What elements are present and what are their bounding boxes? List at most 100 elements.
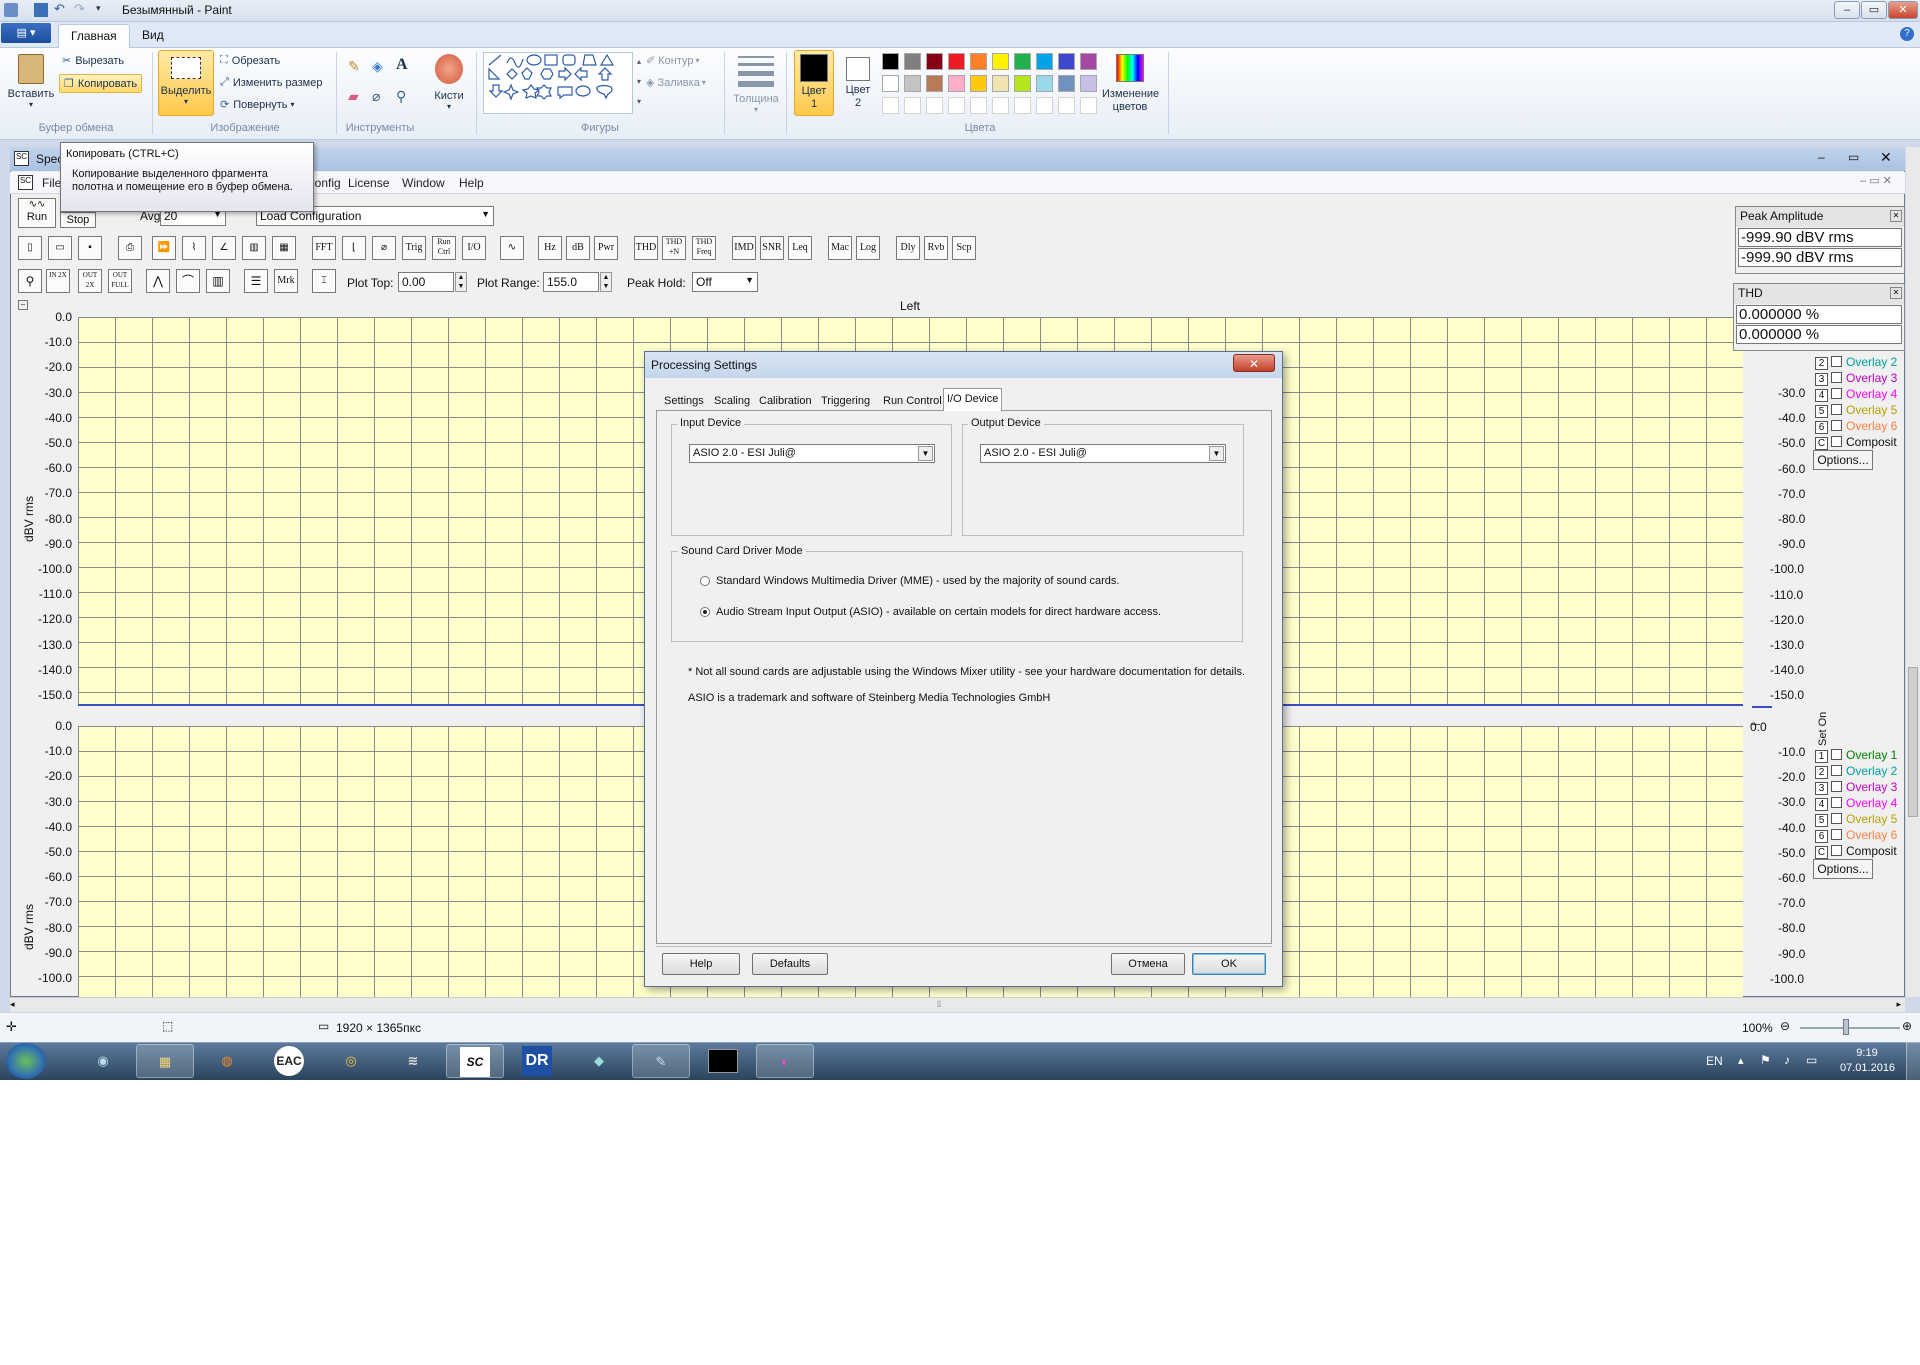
plot-range-input[interactable]: 155.0 [543, 272, 599, 292]
zoom-in-icon[interactable]: ⊕ [1902, 1019, 1912, 1033]
palette-swatch-empty[interactable] [904, 97, 921, 114]
shapes-scroll[interactable]: ▴ ▾ ▾ [634, 52, 644, 114]
color2-button[interactable]: Цвет 2 [838, 50, 878, 116]
fill-bucket-icon[interactable]: ◈ [372, 58, 383, 75]
waterfall-icon[interactable]: ▥ [242, 236, 266, 260]
overlay-number[interactable]: 4 [1815, 798, 1828, 811]
overlay-number[interactable]: 3 [1815, 782, 1828, 795]
copy-button[interactable]: ❐ Копировать [59, 74, 143, 93]
palette-swatch[interactable] [948, 53, 965, 70]
help-icon[interactable]: ? [1900, 27, 1914, 41]
paint-app-icon[interactable] [4, 3, 18, 17]
edit-colors-button[interactable]: Изменение цветов [1098, 52, 1162, 116]
select-button[interactable]: Выделить ▾ [158, 50, 214, 116]
overlay-number[interactable]: 5 [1815, 405, 1828, 418]
palette-swatch[interactable] [1036, 75, 1053, 92]
overlay-item[interactable]: 4 Overlay 4 [1815, 796, 1897, 811]
palette-swatch[interactable] [1080, 75, 1097, 92]
overlay-item[interactable]: C Composit [1815, 435, 1897, 450]
collapse-icon[interactable]: – [18, 300, 28, 310]
redo-icon[interactable]: ↷ [74, 2, 88, 17]
tab-view[interactable]: Вид [130, 24, 176, 48]
sine-icon[interactable]: ∿ [500, 236, 524, 260]
zoom-in-2x-icon[interactable]: IN 2X [46, 269, 70, 293]
palette-swatch-empty[interactable] [1036, 97, 1053, 114]
peak-icon[interactable]: ⋀ [146, 269, 170, 293]
taskbar-messenger-icon[interactable]: ◉ [74, 1044, 132, 1078]
zoom-out-2x-icon[interactable]: OUT 2X [78, 269, 102, 293]
dialog-tab-i-o-device[interactable]: I/O Device [943, 388, 1003, 411]
overlay-item[interactable]: 3 Overlay 3 [1815, 371, 1897, 386]
marker-button[interactable]: Mrk [274, 269, 298, 293]
taskbar-dr-icon[interactable]: DR [508, 1044, 566, 1078]
list-icon[interactable]: ☰ [244, 269, 268, 293]
magnifier-icon[interactable]: ⚲ [396, 88, 406, 105]
fill-button[interactable]: ◈ Заливка ▾ [646, 76, 706, 90]
palette-swatch[interactable] [1058, 75, 1075, 92]
asio-label[interactable]: Audio Stream Input Output (ASIO) - avail… [716, 606, 1161, 618]
spec-close-button[interactable]: ✕ [1880, 149, 1892, 166]
overlay-item[interactable]: 6 Overlay 6 [1815, 419, 1897, 434]
palette-swatch-empty[interactable] [1080, 97, 1097, 114]
palette-swatch[interactable] [904, 75, 921, 92]
overlay-checkbox[interactable] [1831, 372, 1842, 383]
eraser-icon[interactable]: ▰ [348, 88, 359, 105]
zoom-out-icon[interactable]: ⊖ [1780, 1019, 1790, 1033]
undo-icon[interactable]: ↶ [54, 2, 68, 17]
output-device-select[interactable]: ASIO 2.0 - ESI Juli@ ▼ [980, 444, 1226, 463]
plot-range-spinner[interactable]: ▲ ▼ [600, 272, 612, 292]
clock[interactable]: 9:19 07.01.2016 [1840, 1046, 1895, 1076]
overlay-checkbox[interactable] [1831, 781, 1842, 792]
pencil-icon[interactable]: ✎ [348, 58, 360, 75]
palette-swatch[interactable] [926, 75, 943, 92]
toolbar-button[interactable]: Mac [828, 236, 852, 260]
dialog-tab-scaling[interactable]: Scaling [711, 391, 753, 411]
bars-icon[interactable]: ▥ [206, 269, 230, 293]
taskbar-app3-icon[interactable]: ✎ [632, 1044, 690, 1078]
palette-swatch[interactable] [992, 75, 1009, 92]
toolbar-button[interactable]: ⌀ [372, 236, 396, 260]
fx-icon[interactable]: ▦ [272, 236, 296, 260]
cancel-button[interactable]: Отмена [1111, 953, 1185, 975]
toolbar-button[interactable]: Leq [788, 236, 812, 260]
toolbar-button[interactable]: SNR [760, 236, 784, 260]
palette-swatch-empty[interactable] [948, 97, 965, 114]
overlay-checkbox[interactable] [1831, 765, 1842, 776]
overlay-number[interactable]: 6 [1815, 830, 1828, 843]
overlay-item[interactable]: 2 Overlay 2 [1815, 355, 1897, 370]
palette-swatch[interactable] [1036, 53, 1053, 70]
overlay-item[interactable]: 6 Overlay 6 [1815, 828, 1897, 843]
scroll-grip-icon[interactable]: ⦙⦙ [937, 999, 941, 1010]
palette-swatch[interactable] [992, 53, 1009, 70]
overlay-number[interactable]: 6 [1815, 421, 1828, 434]
crop-button[interactable]: ⛶ Обрезать [220, 54, 280, 67]
zoom-full-icon[interactable]: OUT FULL [108, 269, 132, 293]
toolbar-button[interactable]: Dly [896, 236, 920, 260]
overlay-checkbox[interactable] [1831, 404, 1842, 415]
overlay-number[interactable]: 2 [1815, 357, 1828, 370]
taskbar-firefox-icon[interactable]: ◍ [198, 1044, 256, 1078]
spec-maximize-button[interactable]: ▭ [1848, 150, 1859, 164]
toolbar-button[interactable]: Scp [952, 236, 976, 260]
toolbar-button[interactable]: IMD [732, 236, 756, 260]
palette-swatch[interactable] [904, 53, 921, 70]
taskbar-spectrum-icon[interactable]: SC [446, 1044, 504, 1078]
palette-swatch-empty[interactable] [1058, 97, 1075, 114]
language-indicator[interactable]: EN [1706, 1054, 1723, 1068]
toolbar-button[interactable]: Log [856, 236, 880, 260]
save-icon[interactable] [34, 3, 48, 17]
ok-button[interactable]: OK [1192, 953, 1266, 975]
vertical-scrollbar[interactable] [1906, 147, 1920, 997]
help-button[interactable]: Help [662, 953, 740, 975]
toolbar-button[interactable]: ⌊ [342, 236, 366, 260]
palette-swatch[interactable] [970, 75, 987, 92]
print-icon[interactable]: ⎙ [118, 236, 142, 260]
taskbar-app2-icon[interactable]: ◆ [570, 1044, 628, 1078]
toolbar-button[interactable]: Pwr [594, 236, 618, 260]
dialog-tab-calibration[interactable]: Calibration [756, 391, 815, 411]
toolbar-button[interactable]: I/O [462, 236, 486, 260]
toolbar-button[interactable]: Run Ctrl [432, 236, 456, 260]
menu-window[interactable]: Window [402, 176, 445, 190]
palette-swatch[interactable] [1014, 75, 1031, 92]
resize-button[interactable]: ⤢ Изменить размер [220, 76, 322, 89]
